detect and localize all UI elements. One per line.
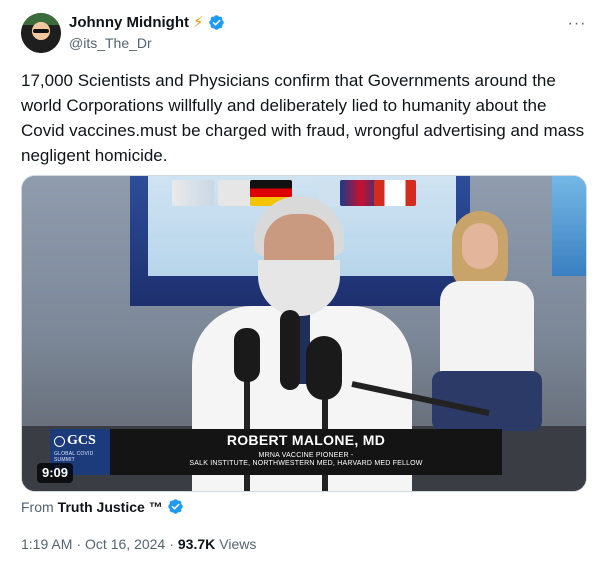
avatar-glasses (33, 29, 49, 33)
author-handle[interactable]: @its_The_Dr (69, 35, 152, 51)
lightning-bolt-icon: ⚡ (192, 14, 204, 31)
tweet-time[interactable]: 1:19 AM (21, 536, 72, 552)
tweet-meta: 1:19 AM · Oct 16, 2024 · 93.7K Views (21, 536, 256, 552)
speaker-title-line1: MRNA VACCINE PIONEER - (258, 452, 354, 459)
more-options-icon[interactable]: ··· (565, 16, 589, 36)
source-prefix: From (21, 498, 54, 515)
author-name-row: Johnny Midnight ⚡ (69, 14, 225, 31)
person-face (462, 223, 498, 269)
microphone (234, 328, 260, 382)
views-count[interactable]: 93.7K (178, 536, 215, 552)
tweet-date[interactable]: Oct 16, 2024 (85, 536, 165, 552)
gcs-logo-mark: GCS (54, 433, 110, 449)
verified-badge-icon (167, 499, 183, 514)
microphone (280, 310, 300, 390)
globe-icon (54, 435, 65, 447)
source-account-link[interactable]: Truth Justice ™ (58, 499, 163, 515)
lower-third-text: ROBERT MALONE, MD MRNA VACCINE PIONEER -… (110, 429, 502, 475)
tweet-card: Johnny Midnight ⚡ @its_The_Dr ··· 17,000… (0, 0, 601, 568)
meta-separator: · (169, 536, 174, 552)
views-label: Views (219, 536, 257, 552)
verified-badge-icon (208, 15, 224, 30)
microphone (306, 336, 342, 400)
author-display-name[interactable]: Johnny Midnight (69, 14, 189, 31)
avatar-image (21, 13, 61, 53)
video-player[interactable]: GCS GLOBAL COVID SUMMIT VE ROBERT MALONE… (21, 175, 587, 492)
video-duration-badge: 9:09 (37, 463, 74, 483)
gcs-logo-text: GCS (67, 433, 96, 448)
avatar[interactable] (21, 13, 61, 53)
speaker-title-line2: SALK INSTITUTE, NORTHWESTERN MED, HARVAR… (189, 460, 423, 467)
lower-third-banner: GCS GLOBAL COVID SUMMIT VE ROBERT MALONE… (50, 429, 502, 475)
meta-separator: · (76, 536, 82, 552)
video-source: From Truth Justice ™ (21, 498, 184, 515)
stage-side-panel (552, 176, 586, 276)
tweet-text: 17,000 Scientists and Physicians confirm… (21, 71, 589, 165)
seated-person (422, 211, 552, 441)
speaker-name: ROBERT MALONE, MD (226, 432, 386, 448)
gcs-logo-subtitle: GLOBAL COVID SUMMIT (54, 451, 94, 463)
